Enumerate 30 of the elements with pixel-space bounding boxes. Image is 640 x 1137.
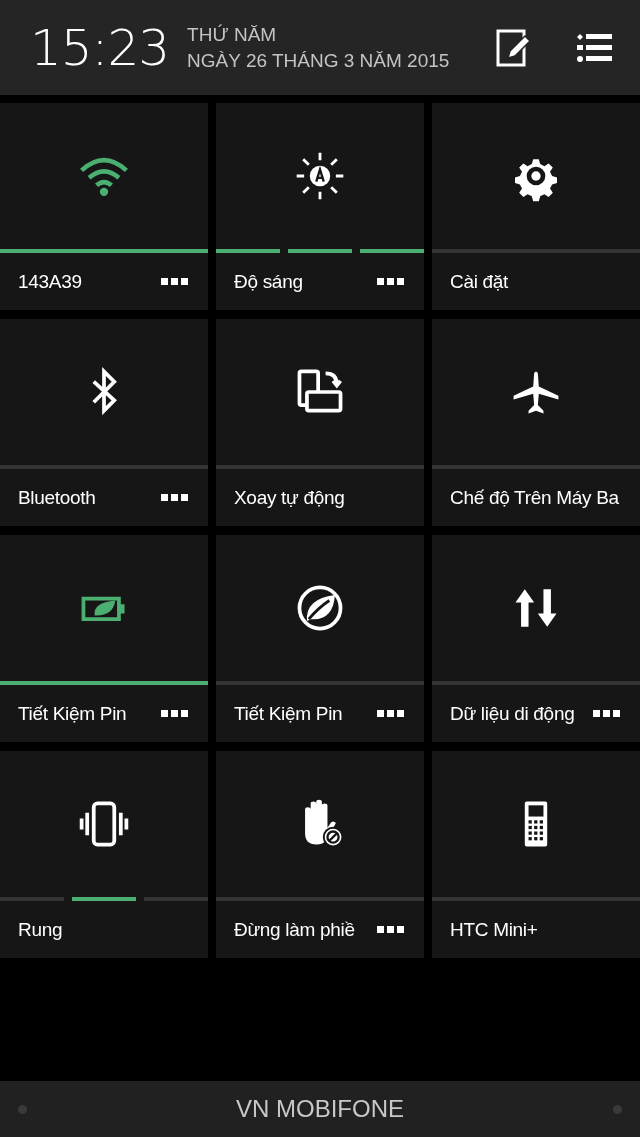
tile[interactable]: Cài đặt: [432, 103, 640, 310]
date: NGÀY 26 THÁNG 3 NĂM 2015: [187, 48, 451, 73]
clock: 15:23: [30, 18, 170, 77]
tile[interactable]: Tiết Kiệm Pin: [0, 535, 208, 742]
tile-label: Đừng làm phiề: [234, 918, 356, 941]
tile-label: HTC Mini+: [450, 918, 539, 941]
tile[interactable]: Độ sáng: [216, 103, 424, 310]
tile[interactable]: HTC Mini+: [432, 751, 640, 958]
tile[interactable]: Bluetooth: [0, 319, 208, 526]
tile[interactable]: Đừng làm phiề: [216, 751, 424, 958]
tile[interactable]: Tiết Kiệm Pin: [216, 535, 424, 742]
tile[interactable]: Dữ liệu di động: [432, 535, 640, 742]
tile-label: Dữ liệu di động: [450, 702, 576, 725]
tile-label: Rung: [18, 918, 64, 941]
tile-label: Bluetooth: [18, 486, 97, 509]
page-dot-icon: [18, 1104, 27, 1114]
tile-label: Tiết Kiệm Pin: [234, 702, 344, 725]
tile[interactable]: Xoay tự động: [216, 319, 424, 526]
tile-label: Tiết Kiệm Pin: [18, 702, 128, 725]
tile-label: 143A39: [18, 270, 83, 293]
tile-label: Độ sáng: [234, 270, 304, 293]
tile[interactable]: 143A39: [0, 103, 208, 310]
tile-label: Chế độ Trên Máy Ba: [450, 486, 620, 509]
page-dot-icon: [613, 1104, 622, 1114]
tile-label: Xoay tự động: [234, 486, 346, 509]
tile[interactable]: Rung: [0, 751, 208, 958]
weekday: THỨ NĂM: [187, 22, 278, 47]
carrier-name: VN MOBIFONE: [236, 1095, 404, 1123]
tile[interactable]: Chế độ Trên Máy Ba: [432, 319, 640, 526]
tile-label: Cài đặt: [450, 270, 510, 293]
